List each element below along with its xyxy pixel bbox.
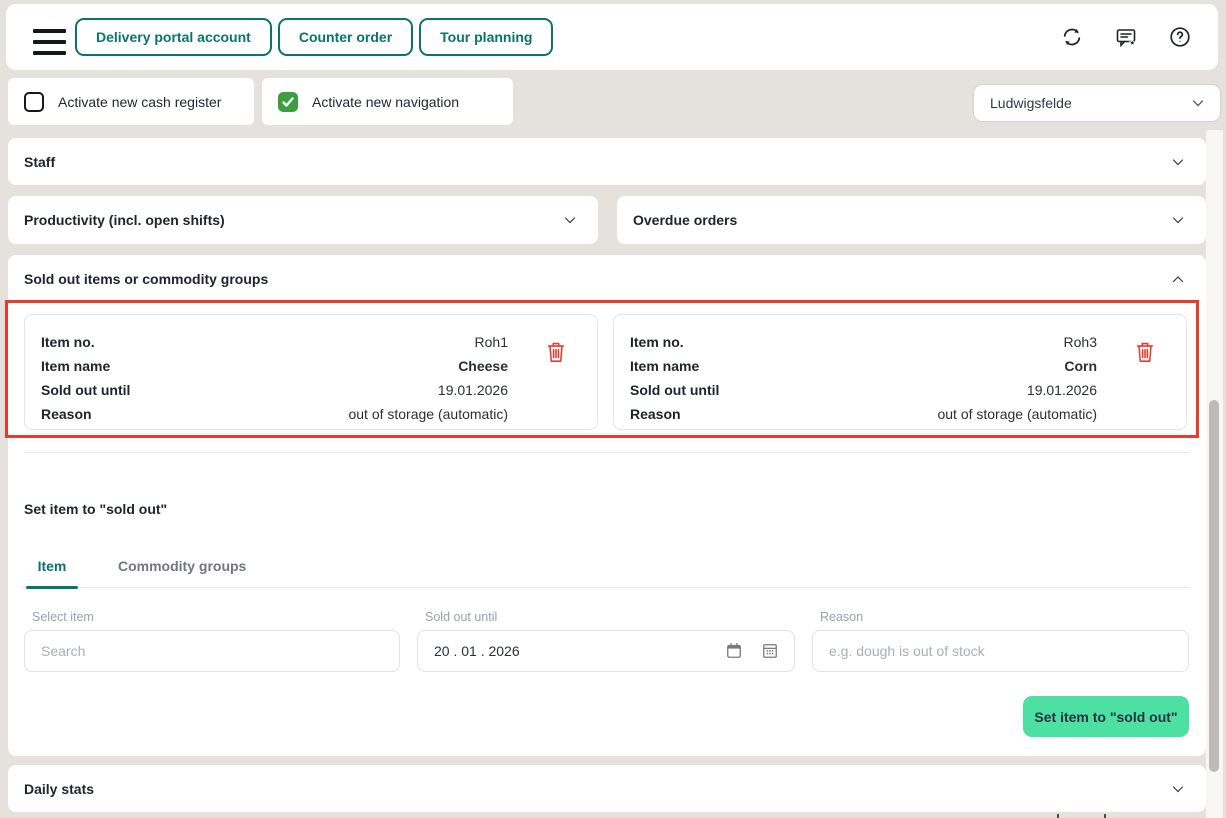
reason-label: Reason [630,406,681,422]
select-item-field [24,630,400,672]
set-item-heading: Set item to "sold out" [24,501,168,517]
productivity-section-title: Productivity (incl. open shifts) [24,212,225,228]
overdue-orders-section-title: Overdue orders [633,212,738,228]
checkmark-icon [282,96,294,107]
scrollbar-track[interactable] [1206,130,1223,818]
scrollbar-thumb[interactable] [1209,400,1219,772]
sold-out-until-value: 19.01.2026 [1026,382,1097,398]
chevron-down-icon [1192,100,1204,107]
daily-stats-section-header[interactable]: Daily stats [8,765,1206,812]
calendar-outline-icon[interactable] [724,641,744,661]
navigation-label: Activate new navigation [312,93,460,110]
top-header-bar: Delivery portal account Counter order To… [6,4,1218,70]
feedback-icon[interactable] [1114,25,1138,49]
calendar-grid-icon[interactable] [760,641,780,661]
daily-stats-section-title: Daily stats [24,780,95,797]
trash-icon [1136,342,1154,362]
sold-out-until-field [417,630,795,672]
staff-section-title: Staff [24,153,56,170]
location-dropdown[interactable]: Ludwigsfelde [973,84,1221,122]
navigation-toggle-card[interactable]: Activate new navigation [262,78,513,125]
section-divider [24,452,1190,453]
overdue-orders-section-header[interactable]: Overdue orders [617,196,1206,244]
tab-commodity-groups[interactable]: Commodity groups [118,545,246,587]
delete-item-button[interactable] [1134,340,1156,364]
refresh-icon[interactable] [1060,25,1084,49]
sold-out-until-value: 19.01.2026 [437,382,508,398]
chevron-down-icon[interactable] [562,212,578,228]
item-no-label: Item no. [630,334,684,350]
trash-icon [547,342,565,362]
hamburger-menu-icon[interactable] [33,29,66,55]
sold-out-section: Sold out items or commodity groups Item … [5,255,1206,756]
reason-value: out of storage (automatic) [348,406,508,422]
cash-register-label: Activate new cash register [58,93,222,110]
item-name-value: Corn [1064,358,1097,374]
reason-label: Reason [41,406,92,422]
clipped-text-fragment [1104,814,1106,818]
set-item-sold-out-button[interactable]: Set item to "sold out" [1023,696,1189,737]
location-dropdown-value: Ludwigsfelde [990,95,1072,111]
sold-out-until-field-label: Sold out until [425,610,498,624]
delivery-portal-account-button[interactable]: Delivery portal account [75,18,272,56]
delete-item-button[interactable] [545,340,567,364]
date-input[interactable] [418,643,724,659]
reason-field-label: Reason [820,610,864,624]
sold-out-section-title: Sold out items or commodity groups [24,271,269,287]
header-action-icons [1060,25,1192,49]
select-item-search-input[interactable] [25,643,399,659]
sold-out-until-label: Sold out until [41,382,131,398]
help-icon[interactable] [1168,25,1192,49]
tab-item[interactable]: Item [22,545,82,589]
set-item-tabs: Item Commodity groups [22,545,1190,589]
sold-out-item-card: Item no. Roh1 Item name Cheese Sold out un… [24,314,598,430]
counter-order-button[interactable]: Counter order [277,18,414,56]
reason-field [812,630,1189,672]
header-nav-buttons: Delivery portal account Counter order To… [75,18,554,56]
staff-section-header[interactable]: Staff [8,138,1206,185]
item-name-value: Cheese [458,358,508,374]
chevron-down-icon[interactable] [1170,212,1186,228]
item-name-label: Item name [41,358,111,374]
tour-planning-button[interactable]: Tour planning [419,18,554,56]
item-no-value: Roh1 [474,334,508,350]
chevron-up-icon[interactable] [1170,271,1186,287]
chevron-down-icon[interactable] [1170,781,1186,797]
chevron-down-icon[interactable] [1170,154,1186,170]
item-no-label: Item no. [41,334,95,350]
sold-out-until-label: Sold out until [630,382,720,398]
sold-out-item-card: Item no. Roh3 Item name Corn Sold out unti… [613,314,1187,430]
reason-value: out of storage (automatic) [937,406,1097,422]
reason-input[interactable] [813,643,1188,659]
item-name-label: Item name [630,358,700,374]
cash-register-checkbox[interactable] [24,91,44,112]
clipped-text-fragment [1057,814,1059,818]
cash-register-toggle-card[interactable]: Activate new cash register [8,78,254,125]
select-item-label: Select item [32,610,94,624]
productivity-section-header[interactable]: Productivity (incl. open shifts) [8,196,598,244]
item-no-value: Roh3 [1063,334,1097,350]
navigation-checkbox[interactable] [278,91,298,112]
